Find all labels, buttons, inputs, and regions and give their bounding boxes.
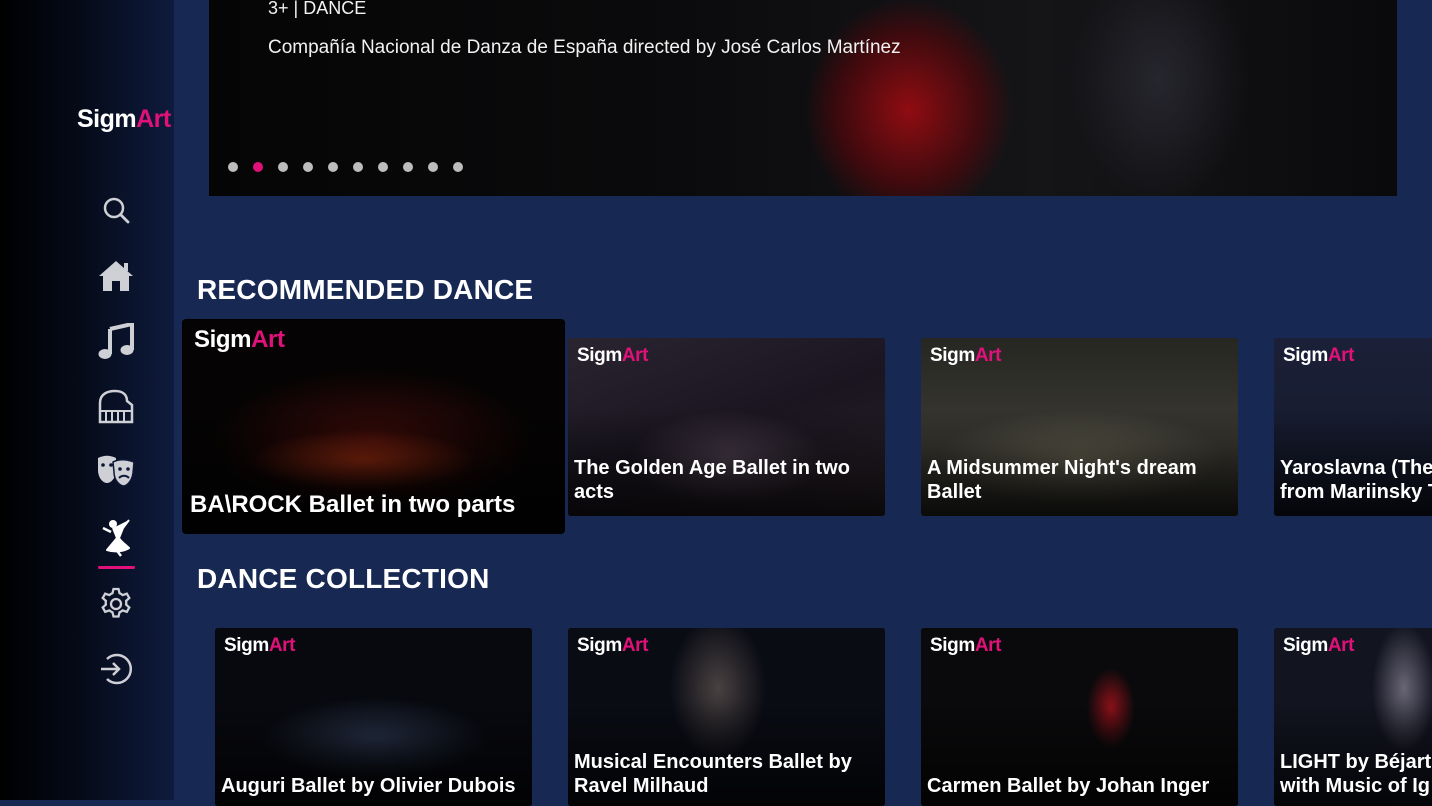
carousel-dot[interactable] [428, 162, 438, 172]
card-title: Auguri Ballet by Olivier Dubois [221, 775, 516, 797]
hero-description: Compañía Nacional de Danza de España dir… [268, 37, 901, 58]
hero-meta: 3+ | DANCE [268, 0, 367, 18]
piano-icon[interactable] [94, 387, 138, 427]
hero-banner[interactable]: 3+ | DANCE Compañía Nacional de Danza de… [209, 0, 1397, 196]
card-title: LIGHT by Béjart with Music of Ig [1280, 751, 1432, 797]
card-title: Yaroslavna (The from Mariinsky T [1280, 457, 1432, 503]
collection-card-2[interactable]: SigmArt Musical Encounters Ballet by Rav… [568, 628, 885, 806]
card-logo: SigmArt [1283, 635, 1355, 656]
recommended-card-1[interactable]: SigmArt BA\ROCK Ballet in two parts [183, 320, 564, 533]
active-nav-indicator [98, 566, 135, 569]
card-title: A Midsummer Night's dream Ballet [927, 457, 1197, 503]
sign-in-icon[interactable] [94, 649, 138, 689]
section-title-recommended: RECOMMENDED DANCE [197, 274, 534, 305]
card-title: BA\ROCK Ballet in two parts [190, 491, 516, 518]
card-logo: SigmArt [930, 345, 1002, 366]
search-icon[interactable] [94, 190, 138, 230]
recommended-card-4[interactable]: SigmArt Yaroslavna (The from Mariinsky T [1274, 338, 1432, 516]
recommended-card-2[interactable]: SigmArt The Golden Age Ballet in two act… [568, 338, 885, 516]
carousel-dot[interactable] [228, 162, 238, 172]
card-logo: SigmArt [224, 635, 296, 656]
card-logo: SigmArt [194, 326, 285, 353]
card-logo: SigmArt [930, 635, 1002, 656]
dancer-icon[interactable] [94, 518, 138, 558]
card-logo: SigmArt [577, 345, 649, 366]
carousel-dot[interactable] [353, 162, 363, 172]
carousel-dot[interactable] [253, 162, 263, 172]
theater-masks-icon[interactable] [94, 450, 138, 490]
card-title: Musical Encounters Ballet by Ravel Milha… [574, 751, 852, 797]
app-logo: SigmArt [77, 105, 171, 133]
carousel-dot[interactable] [403, 162, 413, 172]
card-logo: SigmArt [577, 635, 649, 656]
card-title: Carmen Ballet by Johan Inger [927, 775, 1210, 797]
recommended-card-3[interactable]: SigmArt A Midsummer Night's dream Ballet [921, 338, 1238, 516]
carousel-dot[interactable] [453, 162, 463, 172]
gear-icon[interactable] [94, 584, 138, 624]
home-icon[interactable] [94, 256, 138, 296]
collection-card-1[interactable]: SigmArt Auguri Ballet by Olivier Dubois [215, 628, 532, 806]
card-title: The Golden Age Ballet in two acts [574, 457, 850, 503]
carousel-dot[interactable] [328, 162, 338, 172]
collection-card-3[interactable]: SigmArt Carmen Ballet by Johan Inger [921, 628, 1238, 806]
music-note-icon[interactable] [94, 322, 138, 362]
sidebar: SigmArt [0, 0, 174, 800]
carousel-dot[interactable] [303, 162, 313, 172]
section-title-collection: DANCE COLLECTION [197, 563, 490, 594]
card-logo: SigmArt [1283, 345, 1355, 366]
carousel-dots [228, 162, 463, 172]
collection-card-4[interactable]: SigmArt LIGHT by Béjart with Music of Ig [1274, 628, 1432, 806]
carousel-dot[interactable] [278, 162, 288, 172]
carousel-dot[interactable] [378, 162, 388, 172]
